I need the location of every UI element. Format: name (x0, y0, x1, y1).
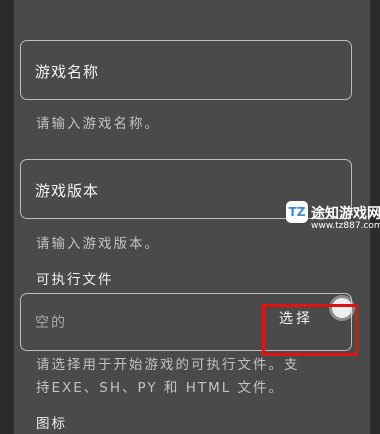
highlight-annotation-box (262, 304, 358, 356)
executable-empty-text: 空的 (35, 315, 67, 331)
watermark-logo: TZ (286, 201, 308, 223)
game-version-hint: 请输入游戏版本。 (36, 236, 160, 252)
watermark-url: www.tz887.com (311, 221, 380, 231)
executable-hint-line1: 请选择用于开始游戏的可执行文件。支 (36, 357, 300, 373)
site-watermark: TZ 途知游戏网 www.tz887.com (286, 201, 380, 235)
executable-hint-line2: 持EXE、SH、PY 和 HTML 文件。 (36, 380, 285, 396)
icon-section-title: 图标 (36, 416, 67, 432)
executable-section-title: 可执行文件 (36, 272, 114, 288)
background-left (0, 0, 14, 434)
game-name-hint: 请输入游戏名称。 (36, 116, 160, 132)
watermark-name: 途知游戏网 (311, 206, 380, 222)
game-name-field[interactable]: 游戏名称 (20, 40, 352, 100)
game-name-label: 游戏名称 (35, 63, 100, 81)
game-version-label: 游戏版本 (35, 182, 100, 200)
